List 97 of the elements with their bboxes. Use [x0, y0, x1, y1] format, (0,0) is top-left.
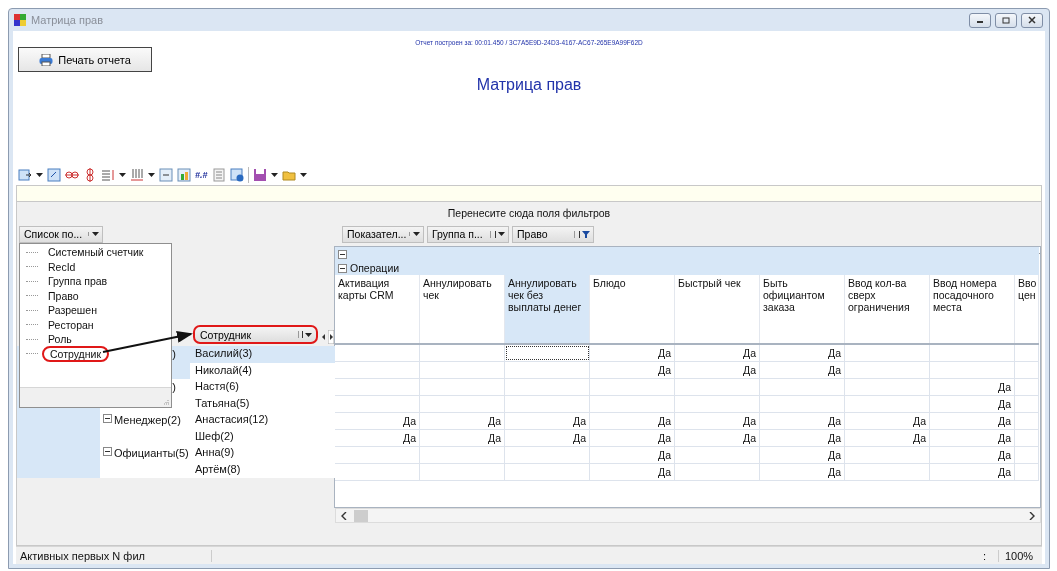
column-field-button[interactable]: Группа п... — [427, 225, 509, 243]
table-cell: Да — [760, 362, 845, 378]
caret-down-icon[interactable] — [270, 173, 278, 177]
field-list-item[interactable]: Сотрудник — [42, 345, 109, 362]
table-cell: Да — [675, 430, 760, 446]
table-cell: Да — [590, 464, 675, 480]
table-cell: Да — [845, 430, 930, 446]
field-list-item[interactable]: Ресторан — [42, 318, 100, 331]
field-list-item[interactable]: Право — [42, 289, 85, 302]
table-cell: Да — [930, 396, 1015, 412]
column-group-label: Операции — [350, 262, 400, 274]
table-cell: Да — [590, 430, 675, 446]
table-cell: Да — [590, 345, 675, 361]
column-header[interactable]: Аннулировать чек без выплаты денег — [505, 275, 590, 343]
table-cell: Да — [590, 447, 675, 463]
table-cell: Да — [845, 413, 930, 429]
collapse-icon[interactable] — [103, 447, 112, 456]
table-cell: Да — [930, 464, 1015, 480]
collapse-icon[interactable] — [103, 414, 112, 423]
table-export-icon[interactable] — [18, 168, 32, 182]
resize-grip-icon[interactable] — [163, 399, 169, 405]
column-header[interactable]: Вво цен — [1015, 275, 1039, 343]
table-cell: Да — [760, 430, 845, 446]
field-list-item[interactable]: Системный счетчик — [42, 246, 150, 259]
column-header[interactable]: Ввод кол-ва сверх ограничения — [845, 275, 930, 343]
status-text: Активных первых N фил — [16, 549, 212, 562]
caret-down-icon[interactable] — [498, 232, 505, 236]
save-icon[interactable] — [252, 168, 267, 182]
caret-down-icon[interactable] — [92, 232, 99, 236]
table-cell: Да — [930, 430, 1015, 446]
window-title: Матрица прав — [31, 14, 104, 26]
row-field-button[interactable]: Сотрудник — [193, 325, 318, 344]
table-refresh-icon[interactable] — [47, 168, 61, 182]
table-cell: Да — [590, 362, 675, 378]
chart-icon[interactable] — [177, 168, 191, 182]
group-label: Официанты(5) — [114, 447, 189, 459]
sort-icon[interactable] — [578, 230, 581, 238]
table-cell: Да — [505, 430, 590, 446]
table-cell: Да — [930, 379, 1015, 395]
collapse-icon[interactable] — [338, 249, 347, 259]
table-cell: Да — [335, 413, 420, 429]
table-cell: Да — [760, 447, 845, 463]
table-cell: Да — [420, 413, 505, 429]
table-cell: Да — [675, 413, 760, 429]
caret-down-icon[interactable] — [36, 173, 43, 177]
collapse-icon[interactable] — [338, 263, 347, 273]
column-header[interactable]: Быстрый чек — [675, 275, 760, 343]
table-cell: Да — [590, 413, 675, 429]
caret-down-icon[interactable] — [305, 332, 312, 337]
group-label: ) — [172, 381, 176, 393]
table-cell: Да — [420, 430, 505, 446]
close-button[interactable] — [1021, 12, 1043, 28]
printer-icon — [39, 53, 54, 66]
app-grid-icon — [13, 13, 27, 27]
table-cell: Да — [505, 413, 590, 429]
status-separator: : — [982, 549, 987, 562]
field-list-item[interactable]: Роль — [42, 333, 78, 346]
table-cell: Да — [930, 413, 1015, 429]
scrollbar-thumb[interactable] — [354, 509, 368, 522]
sort-icon[interactable] — [494, 230, 497, 238]
field-list-item[interactable]: Разрешен — [42, 304, 103, 317]
column-header[interactable]: Активация карты CRM — [335, 275, 420, 343]
zoom-level: 100% — [998, 549, 1042, 562]
field-list-item[interactable]: RecId — [42, 260, 82, 273]
table-cell: Да — [760, 413, 845, 429]
group-label: Менеджер(2) — [114, 414, 181, 426]
column-header[interactable]: Блюдо — [590, 275, 675, 343]
table-cell: Да — [760, 464, 845, 480]
column-header[interactable]: Аннулировать чек — [420, 275, 505, 343]
caret-down-icon[interactable] — [119, 173, 126, 177]
filter-icon[interactable] — [582, 230, 590, 238]
table-cell: Да — [930, 447, 1015, 463]
scroll-right-icon[interactable] — [328, 330, 334, 344]
table-cell: Да — [675, 362, 760, 378]
print-report-button[interactable]: Печать отчета — [18, 47, 152, 72]
employee-cell[interactable]: Василий(3) — [190, 346, 335, 363]
minimize-button[interactable] — [969, 12, 991, 28]
number-format-label[interactable]: #.# — [195, 170, 208, 180]
column-field-button[interactable]: Право — [512, 225, 594, 243]
maximize-icon — [1002, 16, 1010, 24]
table-cell: Да — [335, 430, 420, 446]
sort-icon[interactable] — [301, 331, 304, 338]
column-header[interactable]: Ввод номера посадочного места — [930, 275, 1015, 343]
report-title: Матрица прав — [475, 76, 583, 95]
group-label: ) — [172, 348, 176, 360]
field-list-button[interactable]: Список по... — [19, 225, 103, 243]
column-field-button[interactable]: Показател... — [342, 225, 424, 243]
table-cell: Да — [760, 345, 845, 361]
filter-drop-hint: Перенесите сюда поля фильтров — [446, 206, 612, 221]
column-header[interactable]: Быть официантом заказа — [760, 275, 845, 343]
field-list-item[interactable]: Группа прав — [42, 275, 114, 288]
close-icon — [1028, 16, 1036, 24]
caret-down-icon[interactable] — [299, 173, 307, 177]
caret-down-icon[interactable] — [413, 232, 420, 236]
table-cell: Да — [675, 345, 760, 361]
info-table-icon[interactable] — [229, 168, 244, 182]
caret-down-icon[interactable] — [148, 173, 155, 177]
